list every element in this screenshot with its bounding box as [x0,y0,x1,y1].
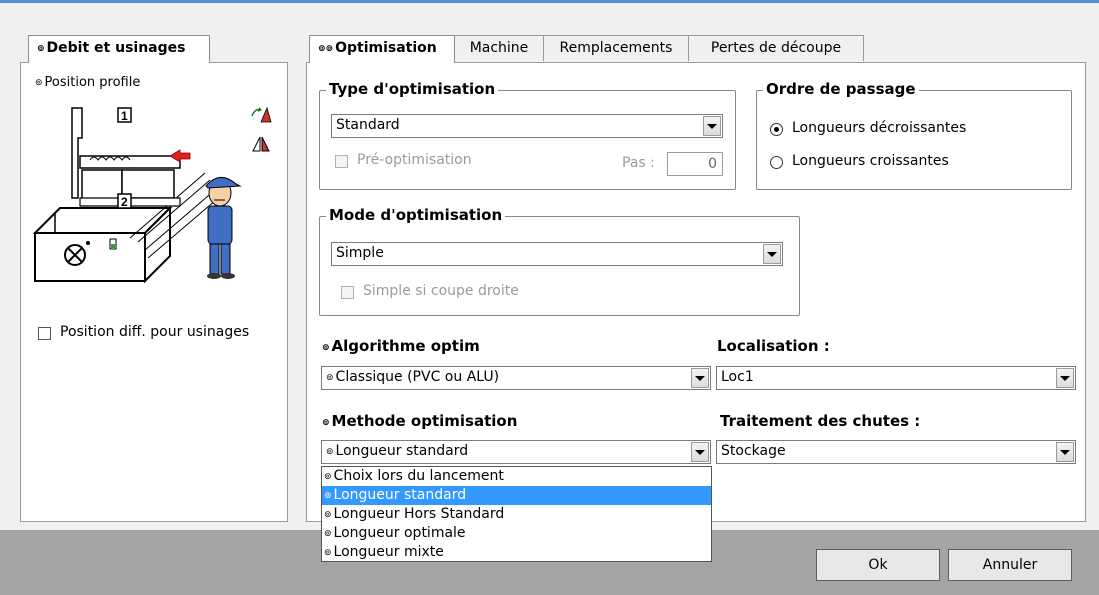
type-optimisation-title: Type d'optimisation [326,80,499,98]
pre-optimisation-label: Pré-optimisation [357,152,472,168]
pas-value: 0 [708,156,717,172]
pre-optimisation-checkbox[interactable] [335,155,348,168]
longueurs-decroissantes-label: Longueurs décroissantes [792,120,967,136]
info-icon: ⊚ [35,78,43,88]
algorithme-value: ⊚ Classique (PVC ou ALU) [326,369,499,385]
cancel-button[interactable]: Annuler [948,549,1072,581]
traitement-value: Stockage [721,443,786,459]
info-icon: ⊚ [322,418,330,428]
pas-label: Pas : [622,155,655,171]
localisation-value: Loc1 [721,369,754,385]
dropdown-option-selected[interactable]: ⊚ Longueur standard [322,486,711,505]
tab-debit-usinages[interactable]: ⊚ Debit et usinages [28,35,210,63]
info-icon: ⊚ [324,529,332,539]
tab-machine[interactable]: Machine [454,35,544,61]
algorithme-title: ⊚ Algorithme optim [322,337,480,355]
algorithme-value-text: Classique (PVC ou ALU) [335,369,500,385]
dropdown-option-label: Choix lors du lancement [333,468,504,484]
pas-input[interactable]: 0 [667,152,723,176]
info-icon: ⊚ [324,510,332,520]
position-profile-label: ⊚ Position profile [35,75,140,90]
mode-optimisation-group: Mode d'optimisation [319,206,800,316]
position-profile-text: Position profile [44,75,141,90]
traitement-combo[interactable]: Stockage [716,440,1076,464]
info-icon: ⊚⊚ [318,44,334,54]
radio-longueurs-decroissantes[interactable] [770,123,783,136]
marker-1: 1 [121,109,128,123]
mode-optimisation-title: Mode d'optimisation [326,206,506,224]
dropdown-option-label: Longueur mixte [333,544,444,560]
chevron-down-icon[interactable] [691,368,709,388]
rotate-profile-icon[interactable] [249,104,273,124]
window-top-border [0,0,1099,3]
tab-debit-usinages-label: Debit et usinages [46,40,186,56]
machine-illustration: 1 2 [32,107,242,284]
marker-2: 2 [121,195,128,209]
dropdown-option[interactable]: ⊚ Longueur Hors Standard [322,505,711,524]
simple-coupe-droite-label: Simple si coupe droite [363,283,519,299]
simple-coupe-droite-checkbox[interactable] [341,286,354,299]
ok-button[interactable]: Ok [816,549,940,581]
mirror-profile-icon[interactable] [250,134,274,154]
chevron-down-icon[interactable] [763,244,781,264]
chevron-down-icon[interactable] [691,442,709,462]
tab-pertes-decoupe[interactable]: Pertes de découpe [688,35,864,61]
methode-dropdown-list: ⊚ Choix lors du lancement ⊚ Longueur stand… [321,466,712,562]
dropdown-option[interactable]: ⊚ Choix lors du lancement [322,467,711,486]
info-icon: ⊚ [322,343,330,353]
tab-optimisation-label: Optimisation [335,40,437,56]
ordre-passage-group: Ordre de passage [756,80,1072,190]
methode-title-text: Methode optimisation [331,412,518,430]
info-icon: ⊚ [326,373,334,383]
position-diff-checkbox[interactable] [38,327,51,340]
info-icon: ⊚ [326,447,334,457]
dropdown-option-label: Longueur standard [333,487,467,503]
mode-optimisation-combo[interactable]: Simple [331,242,783,266]
info-icon: ⊚ [324,491,332,501]
chevron-down-icon[interactable] [703,116,721,136]
tab-optimisation[interactable]: ⊚⊚ Optimisation [309,35,455,63]
chevron-down-icon[interactable] [1056,442,1074,462]
algorithme-title-text: Algorithme optim [331,337,480,355]
ordre-passage-title: Ordre de passage [763,80,919,98]
dropdown-option[interactable]: ⊚ Longueur mixte [322,543,711,562]
methode-value-text: Longueur standard [335,443,469,459]
tab-remplacements[interactable]: Remplacements [543,35,689,61]
longueurs-croissantes-label: Longueurs croissantes [792,153,949,169]
info-icon: ⊚ [324,472,332,482]
dropdown-option-label: Longueur Hors Standard [333,506,505,522]
traitement-title: Traitement des chutes : [720,412,921,430]
methode-title: ⊚ Methode optimisation [322,412,517,430]
type-optimisation-combo[interactable]: Standard [331,114,723,138]
chevron-down-icon[interactable] [1056,368,1074,388]
localisation-title: Localisation : [717,337,830,355]
methode-value: ⊚ Longueur standard [326,443,468,459]
info-icon: ⊚ [324,548,332,558]
type-optimisation-value: Standard [336,117,400,133]
dropdown-option[interactable]: ⊚ Longueur optimale [322,524,711,543]
radio-longueurs-croissantes[interactable] [770,156,783,169]
algorithme-combo[interactable]: ⊚ Classique (PVC ou ALU) [321,366,711,390]
dropdown-option-label: Longueur optimale [333,525,466,541]
methode-combo[interactable]: ⊚ Longueur standard [321,440,711,464]
position-diff-label: Position diff. pour usinages [60,324,250,340]
mode-optimisation-value: Simple [336,245,384,261]
info-icon: ⊚ [37,44,45,54]
localisation-combo[interactable]: Loc1 [716,366,1076,390]
